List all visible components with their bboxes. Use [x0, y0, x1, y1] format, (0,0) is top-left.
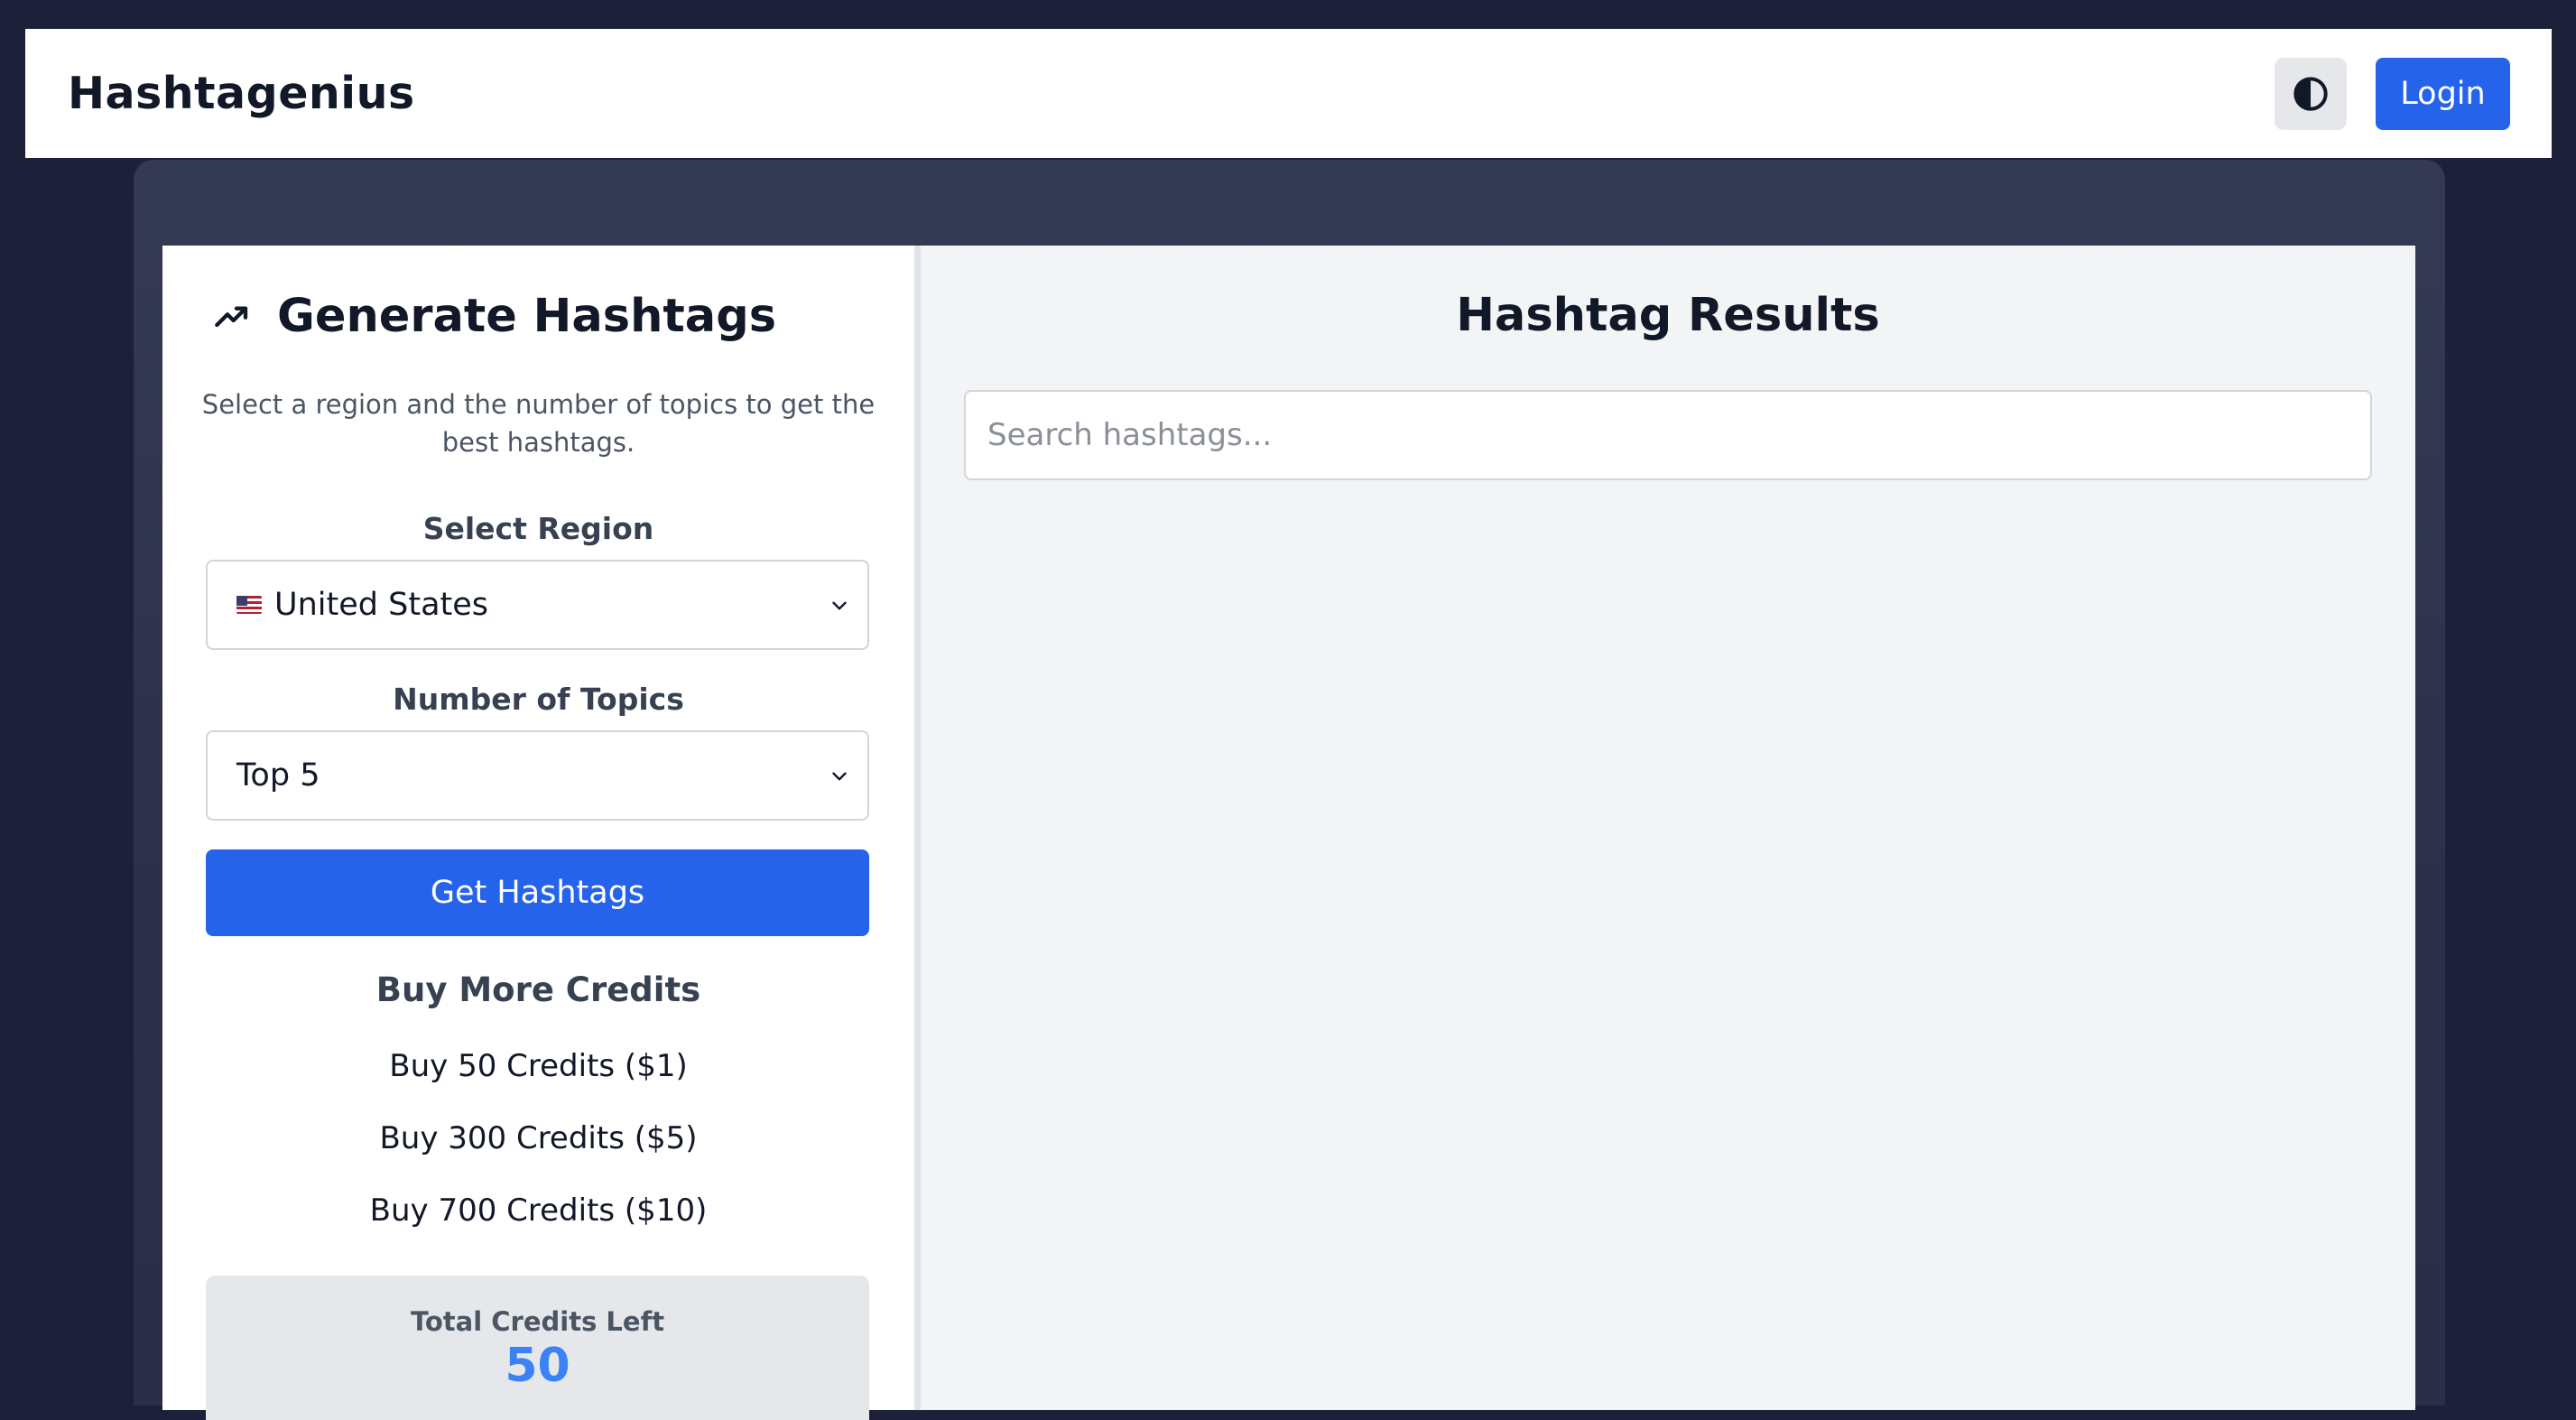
generator-title: Generate Hashtags	[277, 289, 777, 343]
chevron-down-icon	[832, 772, 847, 781]
buy-300-credits-link[interactable]: Buy 300 Credits ($5)	[162, 1120, 914, 1156]
get-hashtags-button[interactable]: Get Hashtags	[206, 849, 869, 936]
panel-divider	[914, 246, 921, 1410]
credits-summary: Total Credits Left 50	[206, 1276, 869, 1420]
results-title: Hashtag Results	[1456, 289, 1880, 342]
topics-select[interactable]: Top 5	[206, 730, 869, 821]
buy-700-credits-link[interactable]: Buy 700 Credits ($10)	[162, 1193, 914, 1229]
buy-50-credits-link[interactable]: Buy 50 Credits ($1)	[162, 1048, 914, 1084]
region-label: Select Region	[422, 511, 654, 546]
hashtag-search-input[interactable]	[964, 390, 2372, 480]
contrast-icon	[2293, 77, 2328, 111]
generator-heading: Generate Hashtags	[214, 289, 776, 343]
us-flag-icon	[236, 596, 262, 614]
topics-label: Number of Topics	[393, 682, 684, 717]
credits-left-value: 50	[505, 1339, 570, 1393]
theme-toggle-button[interactable]	[2275, 58, 2347, 130]
credits-left-label: Total Credits Left	[410, 1306, 665, 1337]
results-panel: Hashtag Results	[921, 246, 2415, 1410]
topics-select-value: Top 5	[236, 757, 320, 794]
generator-subtitle: Select a region and the number of topics…	[201, 389, 876, 458]
login-button[interactable]: Login	[2376, 58, 2510, 130]
chevron-down-icon	[832, 601, 847, 610]
region-select[interactable]: United States	[206, 560, 869, 650]
brand-logo-text[interactable]: Hashtagenius	[68, 29, 415, 158]
trending-up-icon	[215, 306, 248, 328]
generator-panel: Generate Hashtags Select a region and th…	[162, 246, 914, 1420]
top-navbar: Hashtagenius Login	[25, 29, 2552, 158]
buy-credits-heading: Buy More Credits	[375, 970, 701, 1009]
region-select-value: United States	[274, 587, 489, 623]
